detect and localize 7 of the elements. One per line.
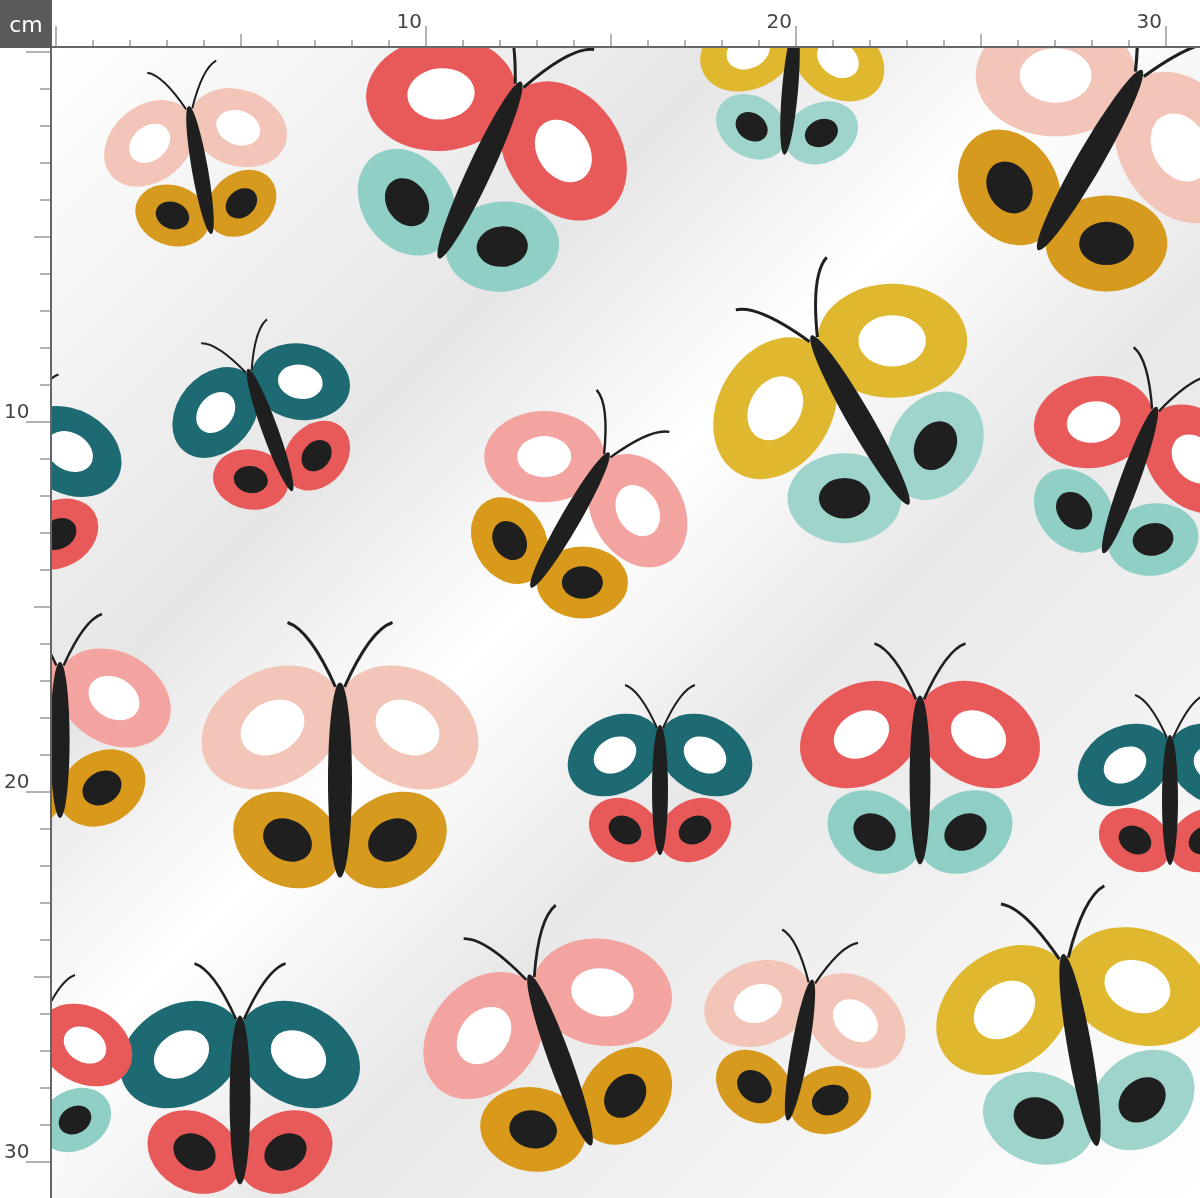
ruler-label: 10: [396, 9, 422, 33]
ruler-label: 20: [766, 9, 792, 33]
ruler-label: 10: [4, 399, 30, 423]
unit-label: cm: [0, 0, 52, 48]
ruler-label: 20: [4, 769, 30, 793]
ruler-label: 30: [1136, 9, 1162, 33]
ruler-label: 30: [4, 1139, 30, 1163]
